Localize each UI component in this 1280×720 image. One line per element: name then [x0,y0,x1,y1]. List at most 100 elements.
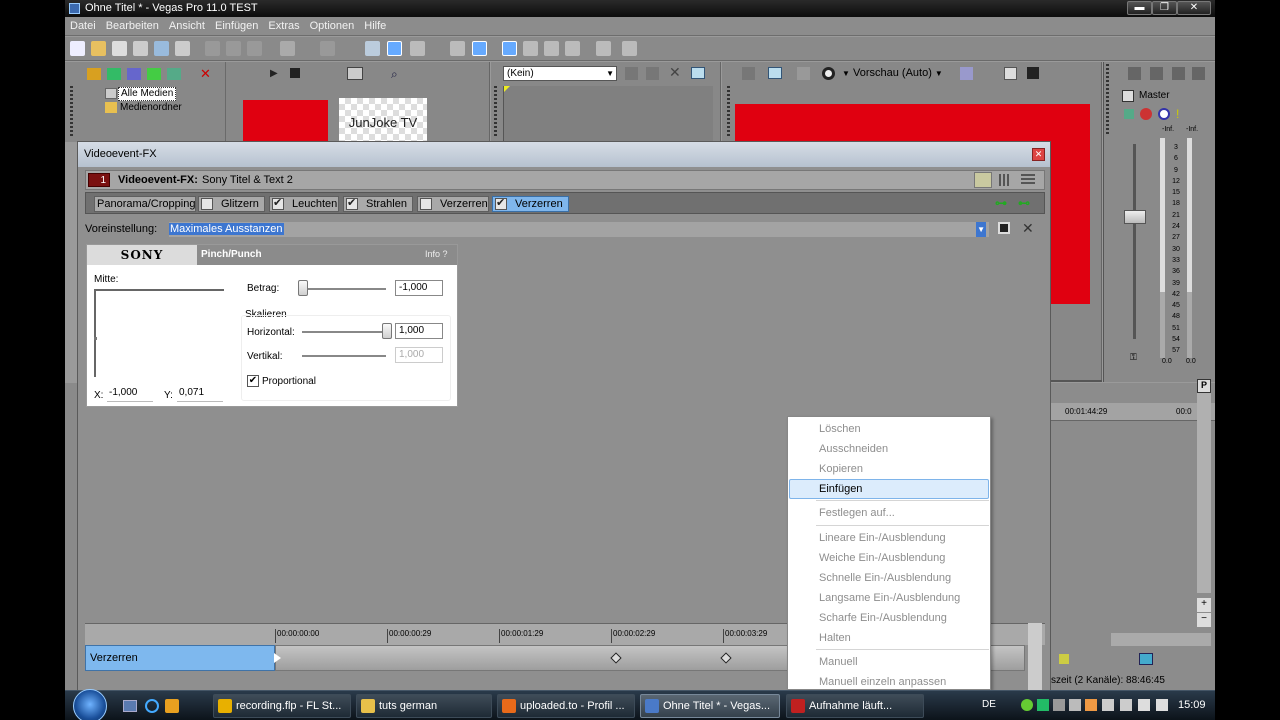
taskbar-button[interactable]: recording.flp - FL St... [213,694,351,718]
zoom-out-icon[interactable]: − [1197,613,1211,627]
taskbar-button[interactable]: Aufnahme läuft... [786,694,924,718]
save-as-icon[interactable] [133,41,148,56]
chip-panorama-cropping[interactable]: Panorama/Cropping [94,196,196,212]
cut-icon[interactable] [205,41,220,56]
chip-strahlen[interactable]: Strahlen [343,196,413,212]
trimmer-area[interactable] [503,86,713,142]
help-icon[interactable] [622,41,637,56]
center-point-marker[interactable] [94,337,97,340]
snap-icon[interactable] [410,41,425,56]
pane-grip[interactable] [1106,64,1109,134]
grid-icon[interactable] [960,67,973,80]
save-icon[interactable] [112,41,127,56]
split-screen-icon[interactable] [797,67,810,80]
media-thumbnail-red[interactable] [243,100,328,142]
transport-bar[interactable] [1111,633,1211,646]
close-icon[interactable]: ✕ [669,64,681,81]
tree-item-alle-medien[interactable]: Alle Medien [118,87,177,101]
y-input[interactable]: 0,071 [177,386,223,402]
menu-bearbeiten[interactable]: Bearbeiten [101,17,164,36]
track-label-verzerren[interactable]: Verzerren [85,645,275,671]
clock[interactable]: 15:09 [1178,699,1206,711]
close-button[interactable]: ✕ [1177,1,1211,15]
menu-hilfe[interactable]: Hilfe [359,17,391,36]
overlay-icon[interactable] [822,67,835,80]
meters-icon[interactable] [1192,67,1205,80]
taskbar-button[interactable]: uploaded.to - Profil ... [497,694,635,718]
gear-icon[interactable] [1140,108,1152,120]
web-icon[interactable] [167,68,181,80]
taskbar-button[interactable]: tuts german [356,694,492,718]
keyframe-start-marker[interactable] [274,653,281,663]
image-icon[interactable] [1139,653,1153,665]
fx-enable-checkbox[interactable] [420,198,432,210]
layout-grid-icon[interactable] [1021,174,1035,186]
capture-icon[interactable] [127,68,141,80]
ie-icon[interactable] [145,699,159,713]
copy-frame-icon[interactable] [1004,67,1017,80]
refresh-icon[interactable] [147,68,161,80]
delete-icon[interactable]: ✕ [200,67,212,80]
x-input[interactable]: -1,000 [107,386,153,402]
tray-icon[interactable] [1037,699,1049,711]
master-icon[interactable] [1128,67,1141,80]
vertical-scrollbar[interactable] [1197,393,1211,593]
redo-icon[interactable] [320,41,335,56]
menu-ansicht[interactable]: Ansicht [164,17,210,36]
horizontal-slider-track[interactable] [302,331,386,333]
envelope-tool-icon[interactable] [387,41,402,56]
menu-datei[interactable]: Datei [65,17,101,36]
tray-icon[interactable] [1156,699,1168,711]
dialog-close-button[interactable]: ✕ [1032,148,1045,161]
splitter[interactable] [225,62,226,142]
media-toolbar-icon[interactable] [87,68,101,80]
minimize-button[interactable]: ▬ [1127,1,1152,15]
fx-icon[interactable] [1124,109,1134,119]
new-icon[interactable] [70,41,85,56]
fx-enable-checkbox[interactable] [272,196,284,210]
zoom-in-icon[interactable]: + [1197,598,1211,612]
trimmer-select[interactable]: (Kein) ▼ [503,66,617,81]
menu-optionen[interactable]: Optionen [305,17,360,36]
maximize-button[interactable]: ❐ [1152,1,1177,15]
selection-tool-icon[interactable] [523,41,538,56]
undo-icon[interactable] [280,41,295,56]
open-icon[interactable] [91,41,106,56]
language-indicator[interactable]: DE [982,699,996,710]
lock-envelopes-icon[interactable] [472,41,487,56]
import-icon[interactable] [107,68,121,80]
record-icon[interactable] [1059,654,1069,664]
network-icon[interactable] [1102,699,1114,711]
lock-icon[interactable]: ⚿ [1130,352,1137,363]
panel-icon[interactable]: P [1197,379,1211,393]
brush-icon[interactable] [596,41,611,56]
edit-tool-icon[interactable] [502,41,517,56]
center-picker-area[interactable] [94,289,224,377]
horizontal-input[interactable]: 1,000 [395,323,443,339]
proportional-checkbox[interactable]: ✔ [247,375,259,387]
tray-icon[interactable] [1021,699,1033,711]
layout-columns-icon[interactable] [999,174,1011,186]
save-frame-icon[interactable] [1027,67,1039,79]
monitor-icon[interactable] [768,67,782,79]
preset-select[interactable]: Maximales Ausstanzen ▼ [169,222,989,237]
amount-slider-track[interactable] [302,288,386,290]
tree-item-medienordner[interactable]: Medienordner [120,102,182,114]
network-icon[interactable] [1120,699,1132,711]
fx-enable-checkbox[interactable] [495,196,507,210]
render-icon[interactable] [154,41,169,56]
chip-verzerren-1[interactable]: Verzerren [417,196,489,212]
chip-leuchten[interactable]: Leuchten [269,196,339,212]
menu-einfuegen[interactable]: Einfügen [210,17,263,36]
cursor-tool-icon[interactable] [365,41,380,56]
search-icon[interactable] [565,41,580,56]
horizontal-slider-thumb[interactable] [382,323,392,339]
pane-grip[interactable] [727,86,730,138]
copy-icon[interactable] [226,41,241,56]
chip-verzerren-2[interactable]: Verzerren [492,196,569,212]
solo-icon[interactable]: ! [1176,107,1179,121]
monitor-icon[interactable] [691,67,705,79]
pane-grip[interactable] [70,86,73,138]
dim-icon[interactable] [1172,67,1185,80]
views-icon[interactable] [347,67,363,80]
